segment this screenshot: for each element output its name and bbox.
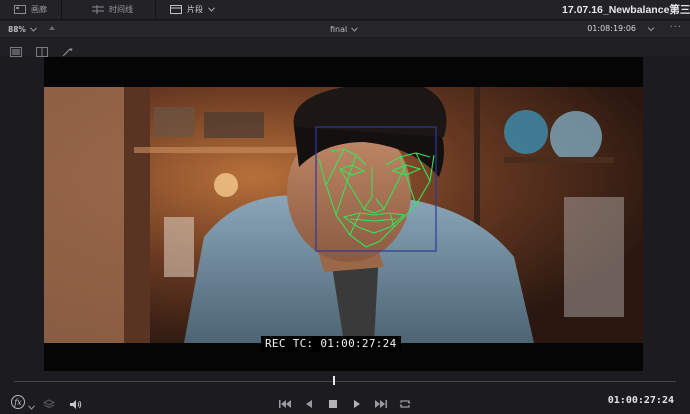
top-toolbar: 画廊 时间线 片段 17.07.16_Newbalance第三 <box>0 0 690 20</box>
clips-label: 片段 <box>187 5 203 14</box>
source-timecode: 01:08:19:06 <box>587 24 636 33</box>
viewer-tools <box>0 38 690 57</box>
playback-controls <box>278 395 412 408</box>
loop-icon[interactable] <box>398 395 412 408</box>
resolve-color-page: 画廊 时间线 片段 17.07.16_Newbalance第三 88% fina… <box>0 0 690 414</box>
more-options-icon[interactable]: ··· <box>669 21 682 37</box>
clip-name: final <box>330 24 348 34</box>
project-title: 17.07.16_Newbalance第三 <box>562 4 690 16</box>
play-icon[interactable] <box>350 395 364 408</box>
scrubber-track[interactable] <box>14 381 676 382</box>
video-frame <box>44 87 643 343</box>
collapse-arrow-icon[interactable] <box>48 24 56 34</box>
viewer-header: 88% final 01:08:19:06 ··· <box>0 21 690 37</box>
scrubber[interactable] <box>14 376 676 385</box>
gallery-tab[interactable]: 画廊 <box>0 0 61 20</box>
transport-left-tools: fx <box>10 394 82 414</box>
chevron-down-icon[interactable] <box>646 24 656 34</box>
playhead[interactable] <box>333 376 335 385</box>
zoom-level: 88% <box>8 24 26 34</box>
chevron-down-icon <box>30 25 37 34</box>
gallery-label: 画廊 <box>31 5 47 14</box>
gallery-icon <box>14 5 26 14</box>
clips-tab[interactable]: 片段 <box>156 0 229 20</box>
go-to-end-icon[interactable] <box>374 395 388 408</box>
record-timecode: 01:00:27:24 <box>607 395 674 406</box>
play-reverse-icon[interactable] <box>302 395 316 408</box>
chevron-down-icon <box>208 7 215 12</box>
clip-name-dropdown[interactable]: final <box>330 21 359 37</box>
single-view-icon[interactable] <box>10 42 22 57</box>
fx-icon[interactable]: fx <box>10 394 26 414</box>
chevron-down-icon[interactable] <box>28 395 35 414</box>
layers-icon[interactable] <box>42 395 56 414</box>
transport-bar: fx 01:00:27:24 <box>0 390 690 414</box>
volume-icon[interactable] <box>69 395 82 414</box>
timecode-burn-in: REC TC: 01:00:27:24 <box>261 336 401 352</box>
zoom-dropdown[interactable]: 88% <box>0 25 52 34</box>
svg-text:fx: fx <box>13 398 22 407</box>
stop-icon[interactable] <box>326 395 340 408</box>
timeline-tab[interactable]: 时间线 <box>62 0 147 20</box>
viewer[interactable]: REC TC: 01:00:27:24 <box>44 57 643 371</box>
go-to-start-icon[interactable] <box>278 395 292 408</box>
magic-wand-icon[interactable] <box>62 42 74 57</box>
face-mesh <box>318 148 435 248</box>
face-tracking-overlay <box>315 126 437 252</box>
timeline-label: 时间线 <box>109 5 133 14</box>
chevron-down-icon <box>351 25 359 34</box>
timeline-icon <box>92 5 104 14</box>
split-view-icon[interactable] <box>36 42 48 57</box>
clips-icon <box>170 5 182 14</box>
